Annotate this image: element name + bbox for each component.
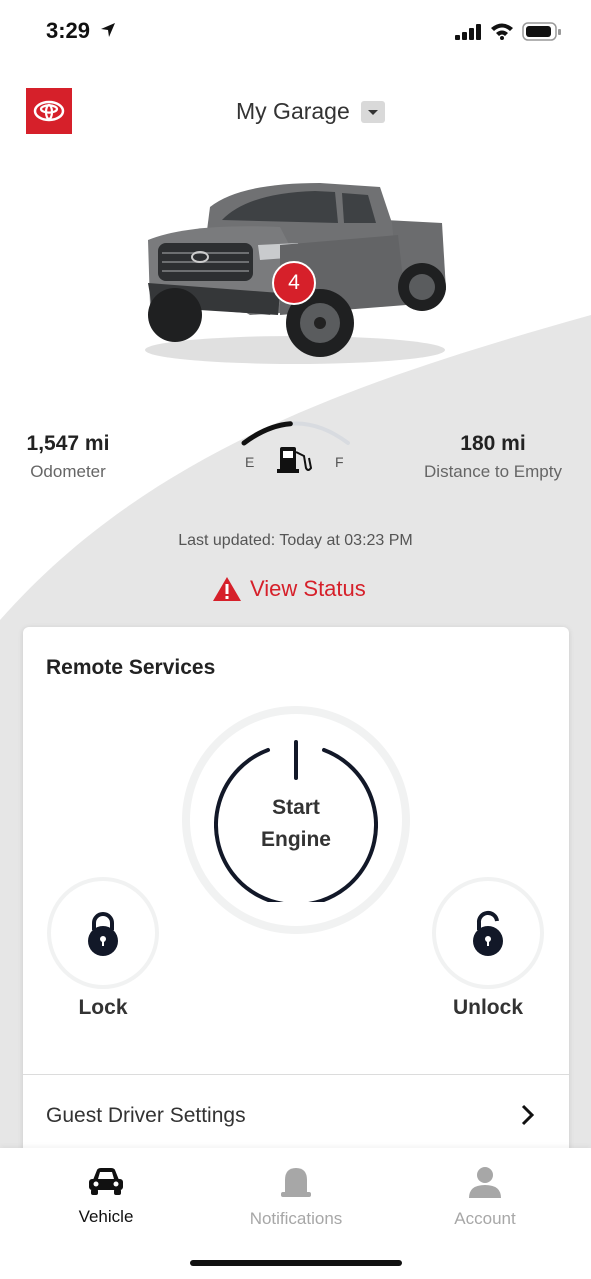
guest-driver-settings-label: Guest Driver Settings [46, 1104, 246, 1127]
start-engine-label: Start Engine [214, 792, 378, 856]
bell-icon [281, 1168, 311, 1197]
fuel-full-label: F [335, 454, 344, 470]
car-icon [89, 1168, 123, 1195]
range-label: Distance to Empty [424, 462, 562, 481]
tab-vehicle[interactable]: Vehicle [36, 1166, 176, 1227]
range-value: 180 mi [460, 432, 526, 455]
lock-icon [88, 912, 118, 956]
start-engine-label-line1: Start [272, 796, 320, 819]
chevron-right-icon[interactable] [520, 1104, 536, 1126]
toyota-logo-icon[interactable] [26, 88, 72, 134]
lock-label: Lock [78, 996, 128, 1019]
unlock-label: Unlock [452, 996, 523, 1019]
card-divider [23, 1074, 569, 1075]
unlock-icon [473, 911, 503, 956]
garage-title[interactable]: My Garage [236, 98, 350, 125]
warning-icon [213, 577, 241, 601]
view-status-link[interactable]: View Status [212, 576, 366, 602]
location-arrow-icon [101, 23, 115, 37]
tab-account[interactable]: Account [415, 1166, 555, 1229]
tab-vehicle-label: Vehicle [78, 1207, 134, 1226]
fuel-empty-label: E [245, 454, 255, 470]
chevron-down-icon[interactable] [361, 101, 385, 123]
fuel-pump-icon [277, 447, 313, 473]
tab-notifications[interactable]: Notifications [226, 1166, 366, 1229]
view-status-label: View Status [250, 576, 366, 601]
last-updated-text: Last updated: Today at 03:23 PM [178, 532, 413, 549]
wifi-icon [491, 23, 513, 40]
home-indicator [190, 1260, 402, 1266]
battery-icon [522, 22, 561, 41]
remote-services-title: Remote Services [46, 656, 216, 679]
odometer-value: 1,547 mi [26, 432, 110, 455]
cellular-signal-icon [455, 24, 481, 40]
unlock-button[interactable] [432, 877, 544, 989]
odometer-label: Odometer [30, 462, 106, 481]
tab-account-label: Account [454, 1209, 516, 1228]
person-icon [469, 1167, 501, 1198]
vehicle-alert-badge[interactable]: 4 [272, 261, 316, 305]
lock-button[interactable] [47, 877, 159, 989]
start-engine-label-line2: Engine [260, 828, 331, 851]
status-time: 3:29 [46, 18, 91, 43]
tab-notifications-label: Notifications [249, 1209, 343, 1228]
